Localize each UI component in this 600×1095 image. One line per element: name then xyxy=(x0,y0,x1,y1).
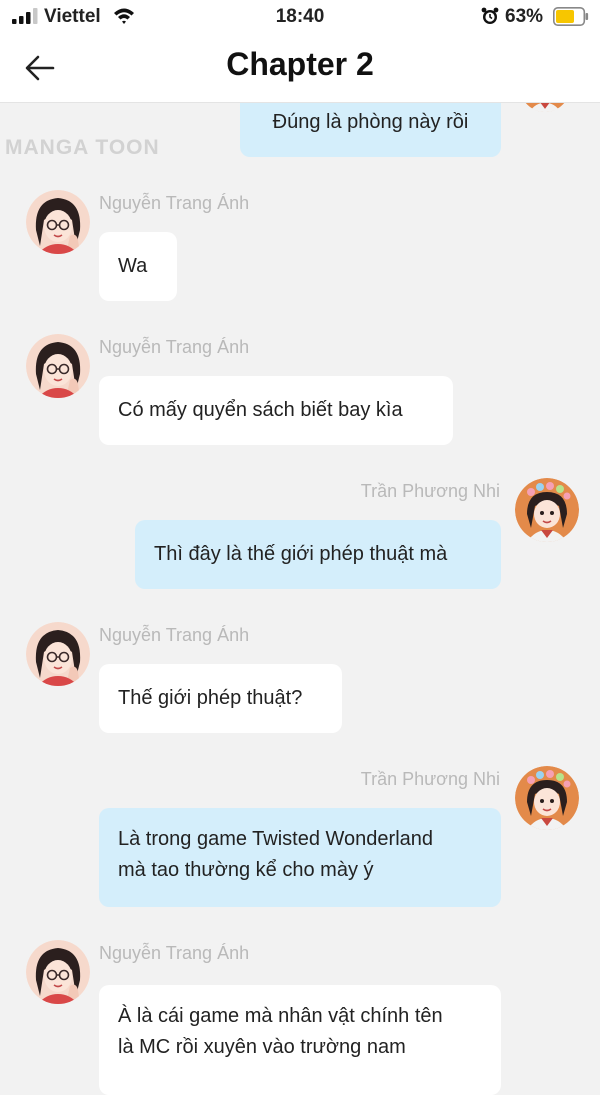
message-text: Wa xyxy=(118,255,148,277)
top-bar: Viettel 18:40 63% Chapter 2 xyxy=(0,0,600,103)
battery-icon xyxy=(553,7,589,26)
status-bar: Viettel 18:40 63% xyxy=(0,0,600,32)
avatar[interactable] xyxy=(26,622,90,686)
message-bubble: Có mấy quyển sách biết bay kìa xyxy=(99,376,453,445)
message-bubble: À là cái game mà nhân vật chính tên là M… xyxy=(99,985,501,1095)
sender-name: Nguyễn Trang Ánh xyxy=(99,943,250,963)
avatar[interactable] xyxy=(26,940,90,1004)
message-text: Thì đây là thế giới phép thuật mà xyxy=(154,543,448,565)
message-text-line: là MC rồi xuyên vào trường nam xyxy=(118,1036,406,1058)
message-text-line: mà tao thường kể cho mày ý xyxy=(118,859,374,881)
avatar[interactable] xyxy=(515,478,579,542)
message-text-line: À là cái game mà nhân vật chính tên xyxy=(118,1005,443,1027)
message-text: Thế giới phép thuật? xyxy=(118,687,303,709)
avatar[interactable] xyxy=(26,334,90,398)
sender-name: Nguyễn Trang Ánh xyxy=(99,625,250,645)
avatar[interactable] xyxy=(26,190,90,254)
message-bubble: Wa xyxy=(99,232,177,301)
sender-name: Trần Phương Nhi xyxy=(360,769,500,789)
sender-name: Nguyễn Trang Ánh xyxy=(99,193,250,213)
alarm-icon xyxy=(481,7,499,24)
sender-name: Trần Phương Nhi xyxy=(360,481,500,501)
message-bubble: Thì đây là thế giới phép thuật mà xyxy=(135,520,501,589)
message-bubble: Thế giới phép thuật? xyxy=(99,664,342,733)
message-text: Đúng là phòng này rồi xyxy=(272,111,469,133)
message-text: Có mấy quyển sách biết bay kìa xyxy=(118,399,403,421)
message-bubble: Là trong game Twisted Wonderland mà tao … xyxy=(99,808,501,907)
sender-name: Nguyễn Trang Ánh xyxy=(99,337,250,357)
avatar[interactable] xyxy=(515,766,579,830)
battery-percent: 63% xyxy=(505,6,544,27)
watermark-logo: MANGA TOON xyxy=(5,136,160,159)
message-text-line: Là trong game Twisted Wonderland xyxy=(118,828,434,850)
page-title: Chapter 2 xyxy=(226,46,374,82)
